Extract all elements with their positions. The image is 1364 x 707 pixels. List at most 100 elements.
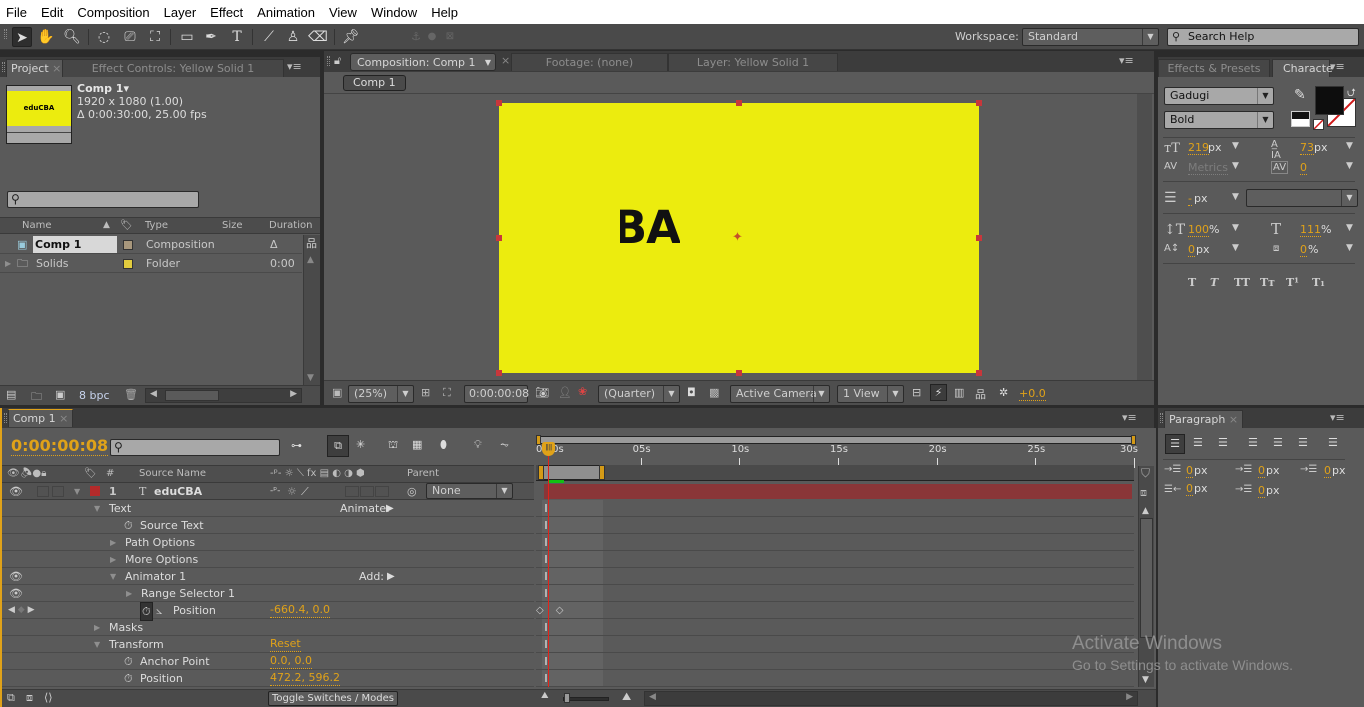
collapse-triangle-icon[interactable]: ▼ bbox=[94, 500, 106, 517]
camera-view-dropdown[interactable]: Active Camera ▼ bbox=[730, 385, 830, 403]
visibility-eye-icon[interactable]: 👁︎ bbox=[9, 568, 23, 585]
snapshot-camera-icon[interactable]: 📷︎ bbox=[535, 386, 549, 399]
region-of-interest-icon[interactable]: ◘ bbox=[687, 386, 696, 399]
hide-shy-layers-icon[interactable]: ✳ bbox=[356, 438, 365, 451]
col-size[interactable]: Size bbox=[222, 218, 243, 233]
col-source-name[interactable]: Source Name bbox=[139, 466, 206, 482]
all-caps-button[interactable]: TT bbox=[1234, 276, 1250, 289]
collapse-triangle-icon[interactable]: ▼ bbox=[110, 568, 122, 585]
frame-blending-icon[interactable]: ⛫ bbox=[388, 438, 398, 453]
panel-menu-icon[interactable]: ▾≡ bbox=[1119, 54, 1134, 67]
work-area-bar[interactable] bbox=[536, 465, 1134, 483]
rectangle-tool-icon[interactable]: ▭ bbox=[177, 27, 197, 47]
transform-handle[interactable] bbox=[976, 235, 982, 241]
tab-footage[interactable]: Footage: (none) bbox=[511, 53, 668, 71]
solo-checkbox[interactable] bbox=[37, 486, 49, 497]
black-white-swatch[interactable] bbox=[1291, 111, 1310, 127]
canvas-text-layer[interactable]: BA bbox=[620, 209, 680, 251]
chevron-down-icon[interactable]: ▼ bbox=[1232, 223, 1239, 233]
sort-up-icon[interactable]: ▲ bbox=[103, 218, 110, 233]
work-area[interactable] bbox=[538, 465, 606, 480]
project-scrollbar[interactable]: 品 ▲ ▼ bbox=[303, 235, 320, 385]
col-parent[interactable]: Parent bbox=[407, 466, 439, 482]
property-value[interactable]: -660.4, 0.0 bbox=[270, 603, 330, 618]
no-fill-icon[interactable] bbox=[1313, 119, 1324, 130]
resolution-dropdown[interactable]: (Quarter) ▼ bbox=[598, 385, 680, 403]
menu-file[interactable]: File bbox=[6, 5, 27, 20]
leading-value[interactable]: 73 bbox=[1300, 141, 1314, 155]
property-value[interactable]: 0.0, 0.0 bbox=[270, 654, 312, 669]
chevron-down-icon[interactable]: ▼ bbox=[1346, 223, 1353, 233]
small-caps-button[interactable]: Tт bbox=[1260, 276, 1275, 289]
lock-icon[interactable]: 🔓︎ bbox=[334, 54, 341, 68]
selection-tool-icon[interactable]: ➤ bbox=[12, 27, 32, 47]
toggle-switches-modes-button[interactable]: Toggle Switches / Modes bbox=[268, 691, 398, 706]
camera-tool-icon[interactable]: ⎚ bbox=[120, 27, 140, 47]
comp-info-name[interactable]: Comp 1▾ bbox=[77, 82, 129, 95]
col-duration[interactable]: Duration bbox=[269, 218, 312, 233]
property-row[interactable]: 👁︎ ▶ Range Selector 1 bbox=[2, 585, 534, 602]
label-color-swatch[interactable] bbox=[123, 259, 133, 269]
zoom-tool-icon[interactable]: 🔍︎ bbox=[62, 27, 82, 47]
tab-timeline-comp[interactable]: Comp 1 × bbox=[8, 409, 74, 427]
expand-triangle-icon[interactable]: ▶ bbox=[126, 585, 138, 602]
tab-paragraph[interactable]: Paragraph × bbox=[1164, 410, 1244, 428]
show-snapshot-icon[interactable]: 👤︎ bbox=[558, 386, 572, 399]
font-size-value[interactable]: 219 bbox=[1188, 141, 1209, 155]
tab-layer[interactable]: Layer: Yellow Solid 1 bbox=[668, 53, 838, 71]
eraser-tool-icon[interactable]: ⌫ bbox=[308, 27, 328, 47]
justify-last-right-icon[interactable]: ☰ bbox=[1298, 436, 1308, 449]
stopwatch-icon[interactable]: ⏱ bbox=[124, 670, 133, 687]
quality-switch-icon[interactable]: ⟋ bbox=[301, 483, 309, 500]
comp-canvas[interactable]: BA ✦ bbox=[496, 100, 982, 376]
space-after-value[interactable]: 0 bbox=[1258, 484, 1265, 498]
comp-v-scrollbar[interactable] bbox=[1137, 94, 1152, 380]
transform-handle[interactable] bbox=[496, 235, 502, 241]
exposure-value[interactable]: +0.0 bbox=[1019, 387, 1046, 401]
align-center-icon[interactable]: ☰ bbox=[1193, 436, 1203, 449]
font-family-dropdown[interactable]: Gadugi ▼ bbox=[1164, 87, 1274, 105]
vertical-scale-value[interactable]: 100 bbox=[1188, 223, 1209, 237]
subscript-button[interactable]: T₁ bbox=[1312, 276, 1325, 289]
work-area-start-handle[interactable] bbox=[538, 465, 544, 480]
toolbar-grip[interactable] bbox=[4, 29, 7, 39]
project-item-folder[interactable]: ▶ 🗀 Solids Folder bbox=[0, 254, 302, 273]
current-time-indicator[interactable]: ǁǁ bbox=[542, 442, 556, 687]
keyframe-navigator[interactable]: ◀ ◆ ▶ bbox=[8, 602, 35, 619]
transform-handle[interactable] bbox=[496, 370, 502, 376]
fill-color-swatch[interactable] bbox=[1315, 86, 1344, 115]
expand-in-out-icon[interactable]: ⟨⟩ bbox=[44, 691, 53, 704]
chevron-down-icon[interactable]: ▼ bbox=[1232, 141, 1239, 151]
time-navigator[interactable] bbox=[536, 435, 1136, 445]
justify-last-center-icon[interactable]: ☰ bbox=[1273, 436, 1283, 449]
stroke-style-dropdown[interactable]: ▼ bbox=[1246, 189, 1358, 207]
faux-bold-button[interactable]: T bbox=[1188, 276, 1196, 289]
project-h-scrollbar[interactable]: ◀ ▶ bbox=[145, 388, 302, 403]
layer-row[interactable]: 👁︎ ▼ 1 T eduCBA -ᵖ- ☼ ⟋ ◎ None ▼ bbox=[2, 483, 534, 500]
indent-left-value[interactable]: 0 bbox=[1186, 464, 1193, 478]
property-value[interactable]: 472.2, 596.2 bbox=[270, 671, 340, 686]
magnification-dropdown[interactable]: (25%) ▼ bbox=[348, 385, 414, 403]
pick-whip-icon[interactable]: ◎ bbox=[407, 483, 417, 500]
stopwatch-icon[interactable]: ⏱ bbox=[124, 653, 133, 670]
comp-marker-bin-icon[interactable]: ⛉ bbox=[1141, 466, 1150, 481]
stroke-width-value[interactable]: - bbox=[1188, 192, 1192, 206]
graph-icon[interactable]: ⦣ bbox=[156, 602, 162, 619]
label-tag-icon[interactable]: 🏷︎ bbox=[84, 466, 97, 482]
tab-composition[interactable]: Composition: Comp 1 ▼ bbox=[350, 53, 496, 71]
chevron-down-icon[interactable]: ▼ bbox=[1232, 243, 1239, 253]
channel-rgb-icon[interactable]: ❀ bbox=[578, 385, 587, 398]
layer-label-color[interactable] bbox=[90, 486, 100, 496]
font-style-dropdown[interactable]: Bold ▼ bbox=[1164, 111, 1274, 129]
expand-triangle-icon[interactable]: ▶ bbox=[110, 534, 122, 551]
always-preview-icon[interactable]: ▣ bbox=[332, 386, 342, 399]
zoom-in-icon[interactable]: ⛰ bbox=[622, 690, 631, 704]
timeline-current-time[interactable]: 0:00:00:08 bbox=[11, 436, 109, 456]
current-time-field[interactable]: 0:00:00:08 bbox=[464, 385, 529, 403]
pen-tool-icon[interactable]: ✒ bbox=[201, 27, 221, 47]
mask-visibility-icon[interactable]: ⛶ bbox=[443, 386, 451, 400]
indent-first-value[interactable]: 0 bbox=[1258, 464, 1265, 478]
align-left-icon[interactable]: ☰ bbox=[1165, 434, 1185, 454]
property-row[interactable]: ⏱ Source Text bbox=[2, 517, 534, 534]
hand-tool-icon[interactable]: ✋ bbox=[36, 27, 56, 47]
